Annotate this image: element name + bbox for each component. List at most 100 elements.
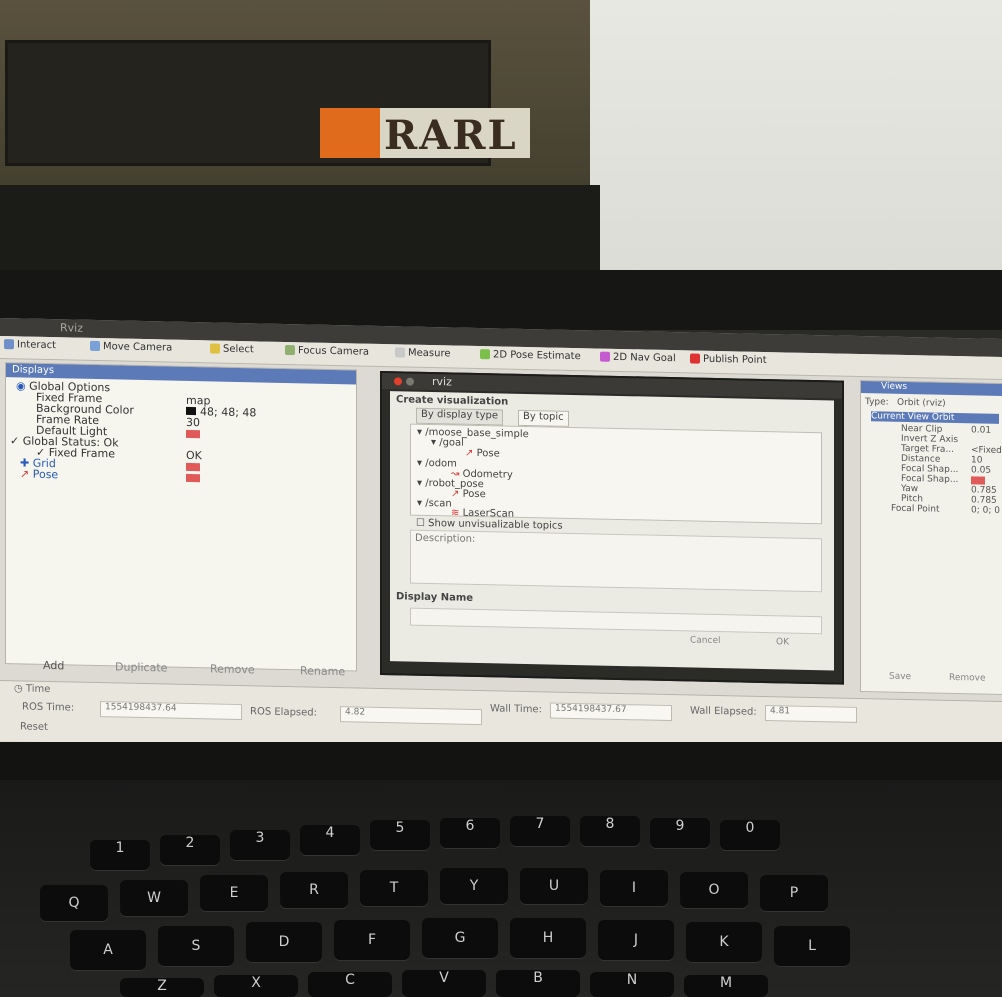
nav-goal-icon [600, 351, 610, 362]
view-prop-value[interactable]: 0; 0; 0 [971, 505, 1000, 516]
close-icon[interactable] [394, 377, 402, 386]
pose-arrow-icon: ↗ [465, 447, 474, 459]
keyboard-key[interactable]: P [760, 875, 828, 911]
keyboard-key[interactable]: W [120, 880, 188, 916]
view-prop-value[interactable]: 0.01 [971, 425, 991, 435]
wall-time-label: Wall Time: [490, 703, 542, 716]
keyboard-key[interactable]: 9 [650, 818, 710, 848]
display-name-input[interactable] [410, 607, 822, 635]
view-prop-value[interactable]: 0.05 [971, 465, 991, 475]
keyboard-key[interactable]: V [402, 970, 486, 997]
clock-icon: ◷ [14, 683, 23, 695]
keyboard-key[interactable]: F [334, 920, 410, 960]
keyboard-key[interactable]: S [158, 926, 234, 966]
keyboard-key[interactable]: 8 [580, 816, 640, 846]
keyboard-key[interactable]: N [590, 972, 674, 997]
keyboard-key[interactable]: G [422, 918, 498, 958]
keyboard-key[interactable]: T [360, 870, 428, 906]
tree-item[interactable]: ↗ Pose [465, 448, 500, 460]
keyboard-key[interactable]: J [598, 920, 674, 960]
keyboard-key[interactable]: H [510, 918, 586, 958]
keyboard-key[interactable]: U [520, 868, 588, 904]
keyboard-key[interactable]: A [70, 930, 146, 970]
wall-time-field[interactable]: 1554198437.67 [550, 702, 672, 722]
keyboard-key[interactable]: E [200, 875, 268, 911]
laptop-screen: Rviz Interact Move Camera Select Focus C… [0, 318, 1002, 764]
reset-button[interactable]: Reset [20, 721, 48, 733]
measure-icon [395, 347, 405, 358]
keyboard-key[interactable]: B [496, 970, 580, 997]
view-prop-value[interactable]: 0.785 [971, 485, 997, 496]
views-remove-button[interactable]: Remove [949, 673, 986, 684]
logo-orange-block [320, 108, 380, 158]
globe-icon: ◉ [16, 379, 26, 393]
tool-2d-pose-estimate[interactable]: 2D Pose Estimate [480, 349, 581, 367]
select-icon [210, 343, 220, 354]
keyboard-key[interactable]: Z [120, 978, 204, 997]
ok-button[interactable]: OK [776, 637, 789, 651]
add-button[interactable]: Add [43, 659, 64, 672]
window-title: Rviz [60, 321, 83, 335]
ros-time-field[interactable]: 1554198437.64 [100, 701, 242, 721]
keyboard-key[interactable]: D [246, 922, 322, 962]
keyboard-key[interactable]: 5 [370, 820, 430, 850]
tree-item[interactable]: ▾ /goal [431, 437, 464, 449]
keyboard-key[interactable]: I [600, 870, 668, 906]
display-default-light-checkbox[interactable] [186, 428, 200, 441]
laptop-bezel-bottom [0, 742, 1002, 782]
keyboard-key[interactable]: K [686, 922, 762, 962]
view-prop-value[interactable]: 10 [971, 455, 982, 465]
keyboard-key[interactable]: 4 [300, 825, 360, 855]
ros-elapsed-field[interactable]: 4.82 [340, 706, 482, 726]
views-save-button[interactable]: Save [889, 672, 911, 682]
keyboard-key[interactable]: 3 [230, 830, 290, 860]
display-name-label: Display Name [396, 591, 474, 604]
tab-by-display-type[interactable]: By display type [416, 407, 503, 426]
tab-by-topic[interactable]: By topic [518, 409, 569, 427]
views-type-select[interactable]: Orbit (rviz) [897, 398, 946, 409]
keyboard-key[interactable]: 7 [510, 816, 570, 846]
cancel-button[interactable]: Cancel [690, 635, 721, 650]
dialog-title: rviz [432, 375, 452, 389]
keyboard-key[interactable]: Q [40, 885, 108, 921]
publish-point-icon [690, 353, 700, 364]
keyboard-key[interactable]: R [280, 872, 348, 908]
tree-item[interactable]: ↗ Pose [451, 488, 486, 500]
keyboard-key[interactable]: 1 [90, 840, 150, 870]
pose-arrow-icon: ↗ [20, 467, 30, 481]
move-camera-icon [90, 340, 100, 352]
tool-select[interactable]: Select [210, 343, 254, 360]
keyboard-key[interactable]: L [774, 926, 850, 966]
keyboard-key[interactable]: M [684, 975, 768, 997]
tool-interact[interactable]: Interact [4, 339, 56, 356]
display-pose[interactable]: ↗ Pose [20, 467, 58, 481]
remove-button[interactable]: Remove [210, 662, 255, 676]
tree-item[interactable]: ▾ /scan [417, 498, 452, 510]
tool-publish-point[interactable]: Publish Point [690, 353, 767, 371]
views-header: Views [861, 381, 1002, 397]
laptop-keyboard-deck: 1 2 3 4 5 6 7 8 9 0 Q W E R T Y U I O P … [0, 780, 1002, 997]
checkbox-icon [971, 476, 985, 485]
keyboard-key[interactable]: X [214, 975, 298, 997]
tool-2d-nav-goal[interactable]: 2D Nav Goal [600, 351, 676, 370]
tool-focus-camera[interactable]: Focus Camera [285, 344, 369, 363]
current-view-row[interactable]: Current View Orbit [871, 411, 999, 424]
keyboard-key[interactable]: 6 [440, 818, 500, 848]
topic-tree: ▾ /moose_base_simple ▾ /goal ↗ Pose ▾ /o… [410, 423, 822, 525]
tool-measure[interactable]: Measure [395, 347, 451, 364]
dialog-heading: Create visualization [396, 394, 509, 408]
minimize-icon[interactable] [406, 377, 414, 386]
whiteboard [580, 0, 1002, 280]
keyboard-key[interactable]: Y [440, 868, 508, 904]
keyboard-key[interactable]: C [308, 972, 392, 997]
tool-move-camera[interactable]: Move Camera [90, 340, 172, 359]
keyboard-key[interactable]: 2 [160, 835, 220, 865]
keyboard-key[interactable]: 0 [720, 820, 780, 850]
rename-button[interactable]: Rename [300, 664, 345, 678]
view-prop-value[interactable]: 0.785 [971, 495, 997, 506]
keyboard-key[interactable]: O [680, 872, 748, 908]
duplicate-button[interactable]: Duplicate [115, 660, 167, 674]
display-pose-checkbox[interactable] [186, 472, 200, 485]
wall-elapsed-field[interactable]: 4.81 [765, 705, 857, 723]
ros-elapsed-label: ROS Elapsed: [250, 706, 317, 719]
